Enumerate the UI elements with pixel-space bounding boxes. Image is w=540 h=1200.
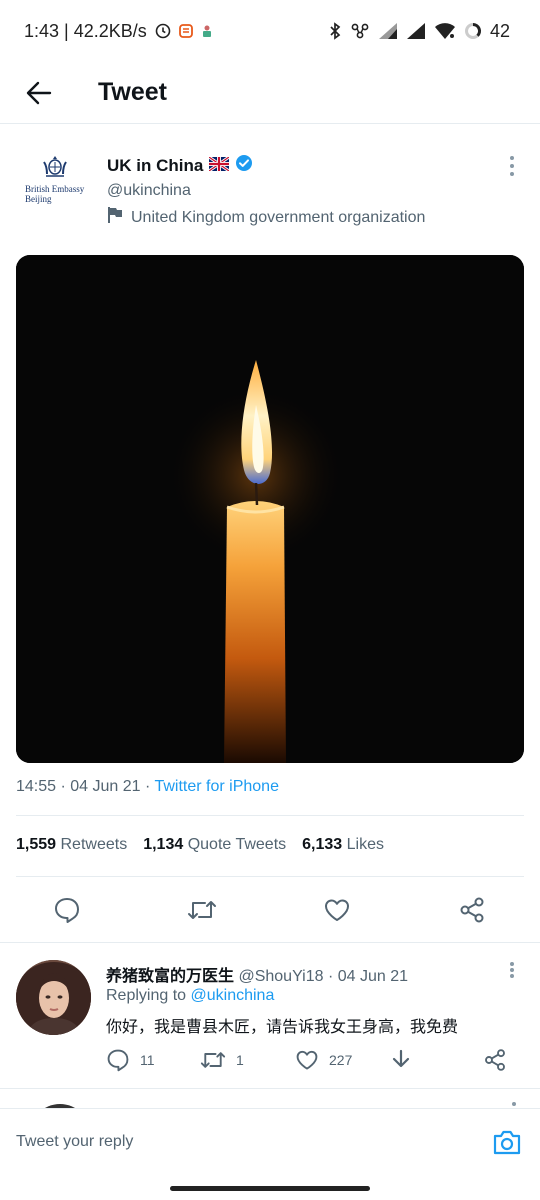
like-count: 227	[329, 1052, 353, 1068]
back-arrow-icon	[26, 81, 52, 104]
reply-input[interactable]	[16, 1133, 436, 1151]
reply-author-name[interactable]: 养猪致富的万医生	[106, 968, 234, 985]
tweet-source-link[interactable]: Twitter for iPhone	[154, 778, 279, 795]
avatar-image	[16, 960, 91, 1035]
status-time: 1:43 | 42.2KB/s	[24, 20, 147, 41]
reply-icon	[107, 1049, 129, 1072]
alarm-icon	[155, 23, 171, 39]
reply-icon	[55, 898, 79, 923]
retweet-icon	[200, 1052, 226, 1068]
reply-more-button[interactable]	[504, 960, 520, 980]
likes-stat[interactable]: 6,133 Likes	[302, 836, 384, 854]
retweet-button[interactable]	[186, 894, 218, 926]
battery-icon	[464, 22, 482, 40]
app-notification-icon	[178, 24, 193, 38]
signal-icon-1	[378, 22, 398, 40]
reply-text: 你好，我是曹县木匠，请告诉我女王身高，我免费	[106, 1019, 459, 1036]
reply-download-button[interactable]	[389, 1048, 413, 1072]
tweet-stats: 1,559 Retweets 1,134 Quote Tweets 6,133 …	[16, 836, 384, 854]
quotes-label: Quote Tweets	[187, 836, 287, 853]
replying-to-mention[interactable]: @ukinchina	[191, 987, 275, 1004]
retweet-count: 1	[236, 1052, 244, 1068]
page-title: Tweet	[98, 78, 167, 106]
more-icon	[510, 156, 514, 160]
retweets-label: Retweets	[60, 836, 128, 853]
author-avatar[interactable]: British Embassy Beijing	[20, 154, 90, 224]
verified-badge-icon	[235, 154, 253, 177]
retweets-stat[interactable]: 1,559 Retweets	[16, 836, 127, 854]
author-name-text: UK in China	[107, 155, 204, 175]
status-right: 42	[328, 21, 510, 42]
reply-composer	[0, 1108, 540, 1178]
more-options-button[interactable]	[504, 154, 520, 178]
download-icon	[392, 1049, 410, 1068]
government-label-text: United Kingdom government organization	[131, 208, 426, 226]
bluetooth-icon	[328, 22, 342, 40]
reply-reply-button[interactable]: 11	[106, 1048, 155, 1072]
crest-text: British Embassy Beijing	[25, 184, 85, 204]
divider	[16, 876, 524, 877]
app-bar: Tweet	[0, 62, 540, 124]
divider	[16, 815, 524, 816]
retweets-count: 1,559	[16, 836, 57, 853]
replying-to-prefix: Replying to	[106, 987, 191, 1004]
status-left: 1:43 | 42.2KB/s	[24, 21, 213, 42]
likes-count: 6,133	[302, 836, 343, 853]
camera-button[interactable]	[492, 1127, 522, 1157]
hotspot-icon	[350, 22, 370, 40]
more-icon	[512, 1102, 516, 1106]
divider	[0, 942, 540, 943]
reply-count: 11	[140, 1052, 155, 1068]
camera-icon	[493, 1130, 521, 1155]
more-icon	[510, 962, 514, 966]
flag-icon	[107, 206, 123, 229]
tweet-actions	[0, 888, 540, 932]
tweet-time: 14:55 · 04 Jun 21 ·	[16, 778, 155, 795]
reply-retweet-button[interactable]: 1	[200, 1048, 244, 1072]
reply-share-button[interactable]	[483, 1048, 507, 1072]
signal-icon-2	[406, 22, 426, 40]
royal-crest-icon	[43, 156, 67, 177]
back-button[interactable]	[0, 62, 78, 124]
status-bar: 1:43 | 42.2KB/s 42	[0, 0, 540, 62]
like-icon	[296, 1050, 318, 1070]
tweet-media-candle[interactable]	[16, 255, 524, 763]
author-handle[interactable]: @ukinchina	[107, 182, 191, 200]
game-notification-icon	[201, 24, 213, 38]
divider	[0, 1088, 540, 1089]
battery-level: 42	[489, 20, 510, 41]
reply-header: 养猪致富的万医生 @ShouYi18 · 04 Jun 21	[106, 962, 408, 986]
tweet-author: British Embassy Beijing UK in China @uki…	[0, 140, 540, 240]
like-button[interactable]	[321, 894, 353, 926]
share-icon	[485, 1049, 505, 1071]
reply-tweet[interactable]: 养猪致富的万医生 @ShouYi18 · 04 Jun 21 Replying …	[0, 944, 540, 1084]
likes-label: Likes	[346, 836, 384, 853]
quotes-count: 1,134	[143, 836, 184, 853]
government-label: United Kingdom government organization	[107, 206, 425, 229]
reply-like-button[interactable]: 227	[295, 1048, 352, 1072]
author-name[interactable]: UK in China	[107, 154, 253, 177]
reply-button[interactable]	[51, 894, 83, 926]
gesture-nav-handle[interactable]	[170, 1186, 370, 1191]
wifi-icon	[434, 22, 456, 40]
reply-avatar[interactable]	[16, 960, 91, 1035]
share-icon	[460, 897, 484, 923]
like-icon	[325, 899, 349, 921]
quote-tweets-stat[interactable]: 1,134 Quote Tweets	[143, 836, 286, 854]
uk-flag-icon	[208, 155, 231, 176]
candle-image	[16, 255, 524, 763]
tweet-timestamp: 14:55 · 04 Jun 21 · Twitter for iPhone	[16, 778, 279, 796]
replying-to: Replying to @ukinchina	[106, 987, 274, 1005]
retweet-icon	[188, 901, 216, 919]
reply-handle-date: @ShouYi18 · 04 Jun 21	[234, 968, 408, 985]
share-button[interactable]	[456, 894, 488, 926]
